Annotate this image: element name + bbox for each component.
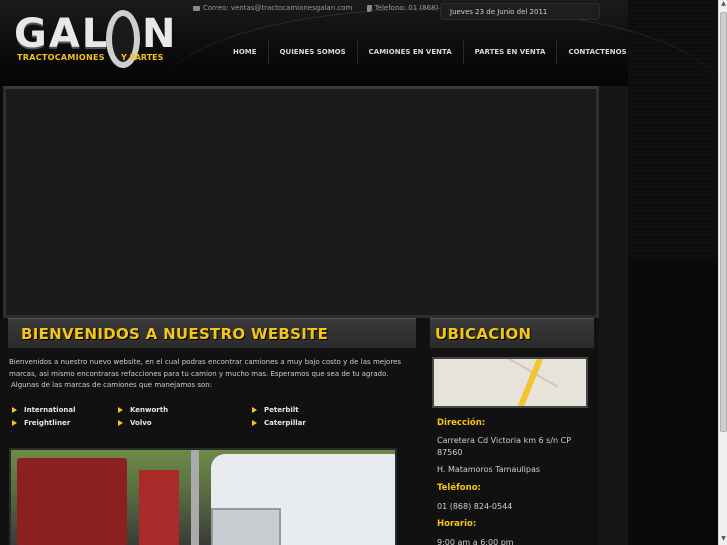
horario-label-text: Horario: xyxy=(437,519,477,529)
direccion-label: Dirección: xyxy=(437,417,485,429)
logo-letter-n: N xyxy=(142,11,176,57)
red-truck-shape xyxy=(139,470,179,545)
ubicacion-heading: UBICACION xyxy=(435,325,532,343)
brand-international[interactable]: International xyxy=(12,406,76,414)
location-map[interactable] xyxy=(432,357,588,408)
phone-icon xyxy=(366,4,372,12)
trucks-photo xyxy=(9,448,397,545)
direccion-label-text: Dirección: xyxy=(437,418,486,428)
ubicacion-heading-bar: UBICACION xyxy=(430,318,594,348)
scroll-down-arrow-icon[interactable]: ▼ xyxy=(719,535,727,545)
brand-label: Volvo xyxy=(130,419,152,427)
horario-value: 9:00 am a 6:00 pm xyxy=(437,538,514,545)
vertical-scrollbar[interactable]: ▲ ▼ xyxy=(718,0,727,545)
red-truck-shape xyxy=(17,458,127,545)
date-display: Jueves 23 de Junio del 2011 xyxy=(440,3,600,20)
welcome-heading: BIENVENIDOS A NUESTRO WEBSITE xyxy=(21,325,329,343)
arrow-bullet-icon xyxy=(252,420,257,426)
email-contact[interactable]: Correo: ventas@tractocamionesgalan.com xyxy=(193,4,358,12)
telefono-value: 01 (868) 824-0544 xyxy=(437,502,513,511)
nav-quienes-somos[interactable]: QUIENES SOMOS xyxy=(269,40,358,64)
brand-label: International xyxy=(24,406,76,414)
main-nav: HOME QUIENES SOMOS CAMIONES EN VENTA PAR… xyxy=(222,40,638,64)
brand-label: Peterbilt xyxy=(264,406,299,414)
logo-tractocamiones: TRACTOCAMIONES xyxy=(17,53,105,62)
scroll-thumb[interactable] xyxy=(720,12,727,432)
exhaust-stack-shape xyxy=(191,450,199,545)
telefono-label-text: Teléfono: xyxy=(437,483,481,493)
page: GAL N TRACTOCAMIONES Y PARTES Correo: ve… xyxy=(0,0,727,545)
brands-intro: Algunas de las marcas de camiones que ma… xyxy=(11,381,213,389)
nav-home[interactable]: HOME xyxy=(222,40,269,64)
brand-peterbilt[interactable]: Peterbilt xyxy=(252,406,299,414)
brand-label: Freightliner xyxy=(24,419,71,427)
arrow-bullet-icon xyxy=(12,407,17,413)
brand-freightliner[interactable]: Freightliner xyxy=(12,419,70,427)
email-text: Correo: ventas@tractocamionesgalan.com xyxy=(203,4,353,12)
welcome-paragraph: Bienvenidos a nuestro nuevo website, en … xyxy=(9,358,401,378)
site-logo[interactable]: GAL N TRACTOCAMIONES Y PARTES xyxy=(10,10,175,72)
direccion-line-1: Carretera Cd Victoria km 6 s/n CP 87560 xyxy=(437,436,572,457)
nav-contactenos[interactable]: CONTACTENOS xyxy=(557,40,637,64)
direccion-line-2: H. Matamoros Tamaulipas xyxy=(437,465,541,474)
arrow-bullet-icon xyxy=(118,420,123,426)
nav-camiones-en-venta[interactable]: CAMIONES EN VENTA xyxy=(358,40,464,64)
brand-volvo[interactable]: Volvo xyxy=(118,419,152,427)
mail-icon xyxy=(193,5,200,11)
brand-label: Caterpillar xyxy=(264,419,306,427)
brand-label: Kenworth xyxy=(130,406,169,414)
banner-slideshow xyxy=(3,86,599,318)
arrow-bullet-icon xyxy=(252,407,257,413)
brand-caterpillar[interactable]: Caterpillar xyxy=(252,419,306,427)
welcome-heading-bar: BIENVENIDOS A NUESTRO WEBSITE xyxy=(8,318,416,348)
brand-kenworth[interactable]: Kenworth xyxy=(118,406,168,414)
telefono-label: Teléfono: xyxy=(437,482,481,494)
logo-text: GAL xyxy=(14,11,110,57)
arrow-bullet-icon xyxy=(12,420,17,426)
scroll-up-arrow-icon[interactable]: ▲ xyxy=(719,0,727,10)
header: GAL N TRACTOCAMIONES Y PARTES Correo: ve… xyxy=(0,0,720,86)
arrow-bullet-icon xyxy=(118,407,123,413)
truck-grille-shape xyxy=(211,508,281,545)
nav-partes-en-venta[interactable]: PARTES EN VENTA xyxy=(464,40,558,64)
horario-label: Horario: xyxy=(437,518,476,530)
logo-y-partes: Y PARTES xyxy=(121,53,164,62)
